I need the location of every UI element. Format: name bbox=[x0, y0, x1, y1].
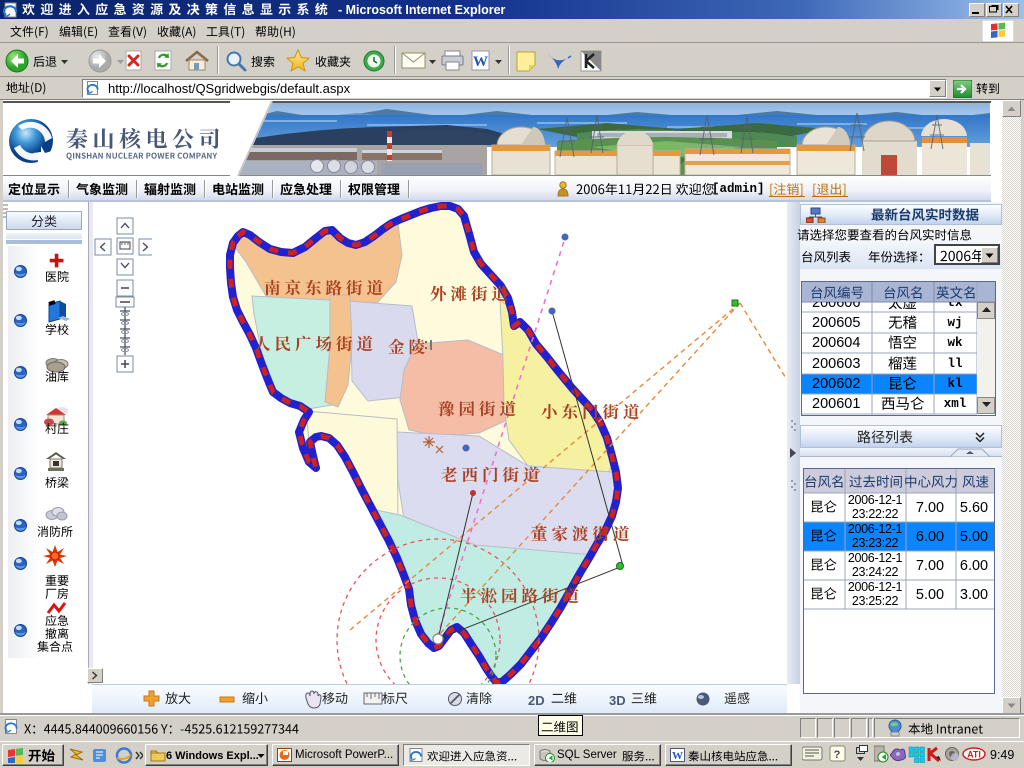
svg-text:2D: 2D bbox=[528, 693, 545, 708]
svg-text:ATI: ATI bbox=[967, 750, 981, 760]
svg-text:?: ? bbox=[834, 749, 841, 761]
svg-text:W: W bbox=[672, 750, 683, 762]
svg-text:W: W bbox=[473, 54, 488, 70]
svg-text:3D: 3D bbox=[609, 693, 626, 708]
